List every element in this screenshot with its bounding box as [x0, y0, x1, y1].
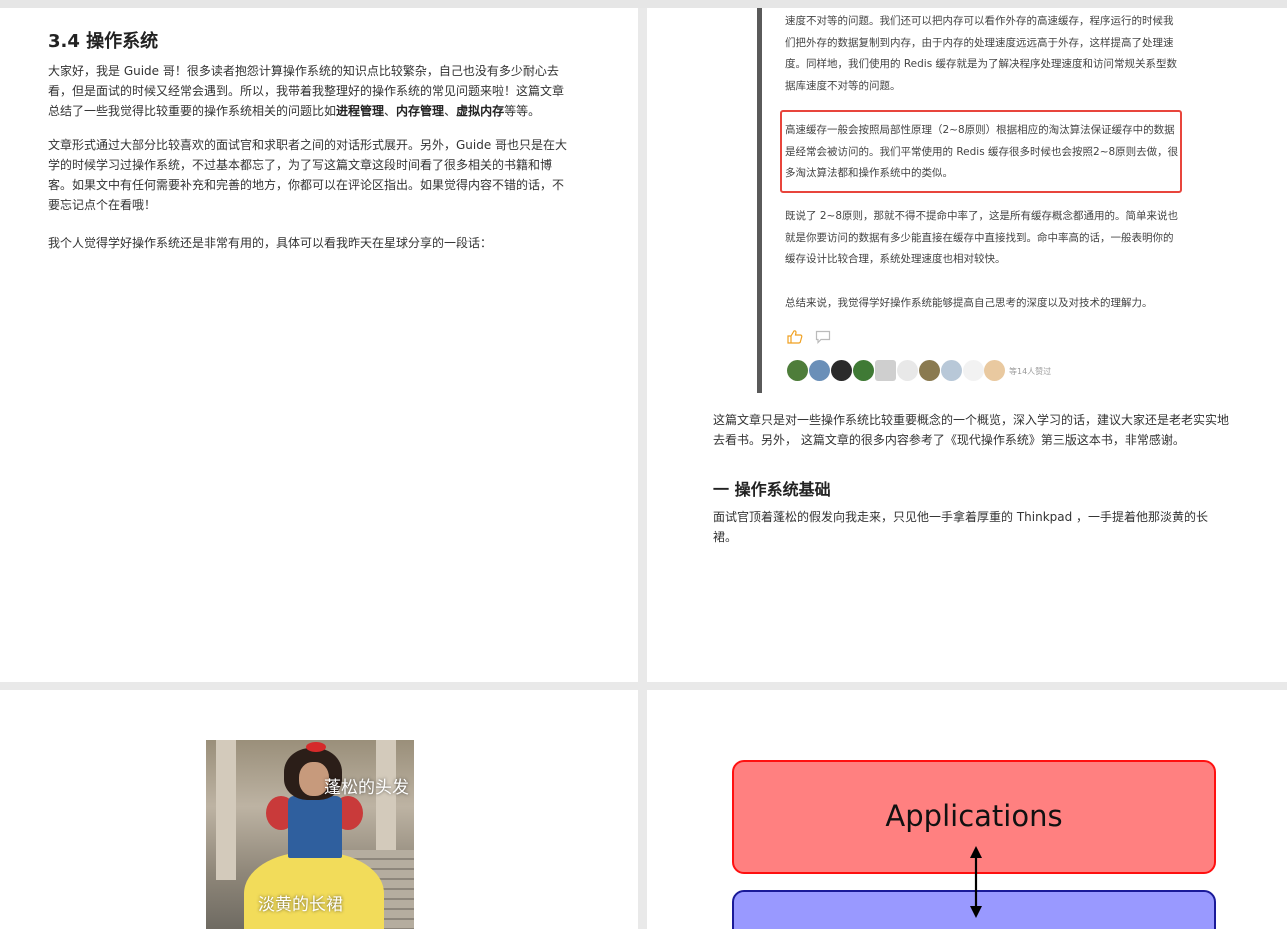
avatar[interactable]	[919, 360, 940, 381]
document-page-3: 蓬松的头发 淡黄的长裙	[0, 690, 638, 929]
quote-paragraph-3: 既说了 2~8原则，那就不得不提命中率了，这是所有缓存概念都通用的。简单来说也就…	[785, 210, 1178, 265]
avatar[interactable]	[809, 360, 830, 381]
avatar[interactable]	[787, 360, 808, 381]
document-page-2: 速度不对等的问题。我们还可以把内存可以看作外存的高速缓存，程序运行的时候我们把外…	[647, 8, 1287, 682]
double-arrow-icon	[970, 846, 982, 918]
avatar[interactable]	[853, 360, 874, 381]
avatar[interactable]	[941, 360, 962, 381]
top-bar	[0, 0, 1287, 8]
opinion-paragraph: 我个人觉得学好操作系统还是非常有用的，具体可以看我昨天在星球分享的一段话：	[48, 236, 493, 250]
section-heading: 3.4 操作系统	[48, 31, 159, 52]
format-paragraph: 文章形式通过大部分比较喜欢的面试官和求职者之间的对话形式展开。另外，Guide …	[48, 138, 568, 212]
document-page-1: 3.4 操作系统 大家好，我是 Guide 哥！很多读者抱怨计算操作系统的知识点…	[0, 8, 638, 682]
bold-virtual-memory: 虚拟内存	[456, 104, 505, 118]
bold-process-management: 进程管理	[336, 104, 385, 118]
section-heading-os-basics: 一 操作系统基础	[713, 480, 831, 499]
applications-label: Applications	[885, 799, 1063, 833]
story-paragraph: 面试官顶着蓬松的假发向我走来，只见他一手拿着厚重的 Thinkpad ，一手提着…	[713, 510, 1209, 544]
avatar[interactable]	[897, 360, 918, 381]
comment-icon[interactable]	[815, 330, 831, 344]
avatar[interactable]	[875, 360, 896, 381]
quoted-post: 速度不对等的问题。我们还可以把内存可以看作外存的高速缓存，程序运行的时候我们把外…	[757, 8, 1212, 393]
intro-paragraph: 大家好，我是 Guide 哥！很多读者抱怨计算操作系统的知识点比较繁杂，自己也没…	[48, 64, 565, 118]
quote-paragraph-4: 总结来说，我觉得学好操作系统能够提高自己思考的深度以及对技术的理解力。	[785, 297, 1153, 309]
meme-caption-bottom: 淡黄的长裙	[258, 895, 343, 915]
document-page-4: Applications	[647, 690, 1287, 929]
avatar[interactable]	[984, 360, 1005, 381]
likes-count[interactable]: 等14人赞过	[1009, 366, 1051, 377]
meme-caption-top: 蓬松的头发	[324, 778, 409, 798]
quote-paragraph-1: 速度不对等的问题。我们还可以把内存可以看作外存的高速缓存，程序运行的时候我们把外…	[785, 15, 1178, 92]
overview-paragraph: 这篇文章只是对一些操作系统比较重要概念的一个概览，深入学习的话，建议大家还是老老…	[713, 413, 1230, 447]
bold-memory-management: 内存管理	[396, 104, 445, 118]
thumbs-up-icon[interactable]	[787, 330, 803, 344]
quote-paragraph-2: 高速缓存一般会按照局部性原理（2~8原则）根据相应的淘汰算法保证缓存中的数据是经…	[785, 124, 1179, 179]
meme-image: 蓬松的头发 淡黄的长裙	[206, 740, 414, 929]
avatar[interactable]	[963, 360, 984, 381]
avatar[interactable]	[831, 360, 852, 381]
